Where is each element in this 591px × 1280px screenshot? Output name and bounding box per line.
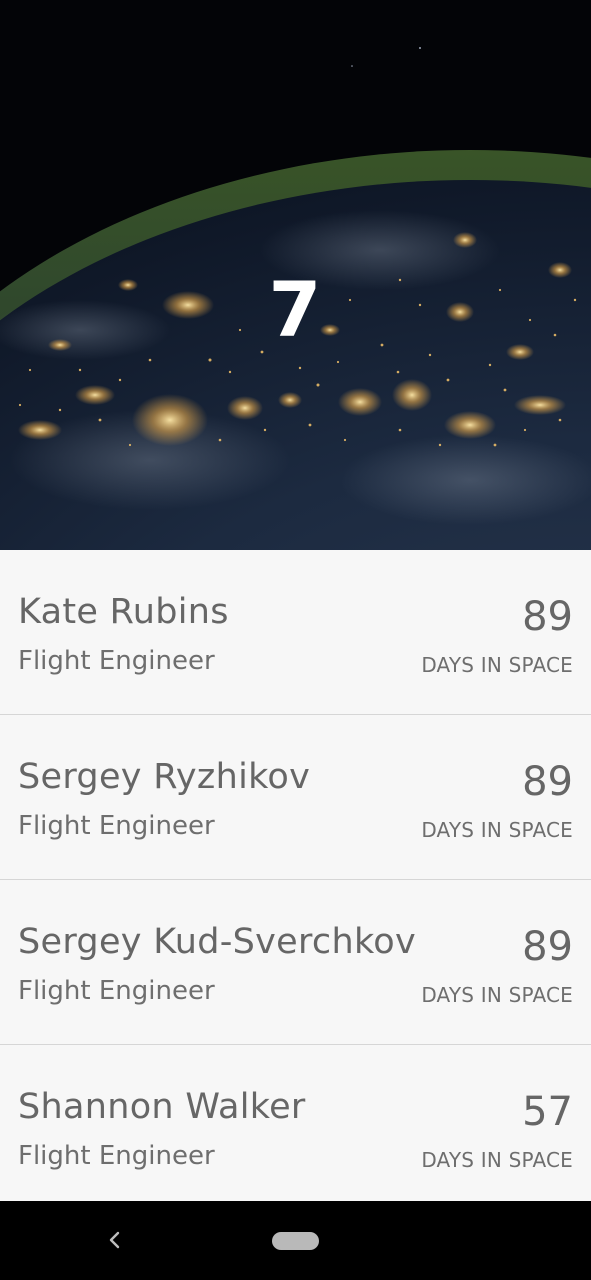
days-in-space-label: DAYS IN SPACE [421, 1148, 573, 1172]
list-item[interactable]: Shannon Walker Flight Engineer 57 DAYS I… [0, 1045, 591, 1199]
home-pill-icon[interactable] [272, 1232, 319, 1250]
astronaut-role: Flight Engineer [18, 646, 215, 676]
astronaut-name: Kate Rubins [18, 592, 229, 632]
astronaut-role: Flight Engineer [18, 976, 215, 1006]
days-in-space-value: 89 [522, 924, 573, 970]
days-in-space-value: 89 [522, 759, 573, 805]
days-in-space-label: DAYS IN SPACE [421, 653, 573, 677]
hero-image: 7 [0, 0, 591, 550]
astronaut-name: Sergey Ryzhikov [18, 757, 311, 797]
list-item[interactable]: Sergey Kud-Sverchkov Flight Engineer 89 … [0, 880, 591, 1045]
chevron-left-icon[interactable] [103, 1225, 125, 1255]
list-item[interactable]: Kate Rubins Flight Engineer 89 DAYS IN S… [0, 550, 591, 715]
app-screen: 7 Kate Rubins Flight Engineer 89 DAYS IN… [0, 0, 591, 1280]
days-in-space-value: 89 [522, 594, 573, 640]
list-item[interactable]: Sergey Ryzhikov Flight Engineer 89 DAYS … [0, 715, 591, 880]
astronaut-role: Flight Engineer [18, 1141, 215, 1171]
astronaut-role: Flight Engineer [18, 811, 215, 841]
system-navigation-bar [0, 1201, 591, 1280]
crew-list: Kate Rubins Flight Engineer 89 DAYS IN S… [0, 550, 591, 1201]
astronaut-name: Sergey Kud-Sverchkov [18, 922, 417, 962]
days-in-space-label: DAYS IN SPACE [421, 983, 573, 1007]
astronaut-name: Shannon Walker [18, 1087, 306, 1127]
days-in-space-label: DAYS IN SPACE [421, 818, 573, 842]
days-in-space-value: 57 [522, 1089, 573, 1135]
people-in-space-count: 7 [268, 265, 323, 354]
